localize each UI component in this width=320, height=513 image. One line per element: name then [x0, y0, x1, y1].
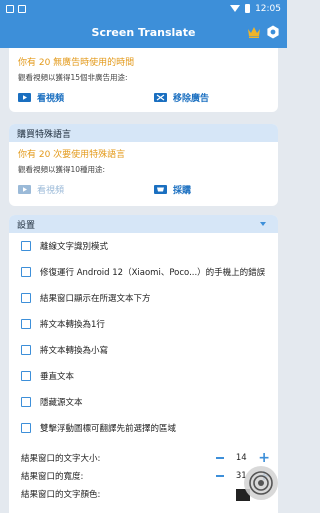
- minus-icon[interactable]: [216, 475, 225, 477]
- watch-video-label: 看視頻: [37, 185, 65, 196]
- ad-free-watch-hint: 觀看視頻以獲得15個非廣告用途:: [18, 73, 128, 82]
- battery-icon: [245, 4, 251, 13]
- watch-video-button-disabled[interactable]: 看視頻: [18, 183, 154, 196]
- checkbox[interactable]: [21, 319, 31, 329]
- checkbox[interactable]: [21, 397, 31, 407]
- video-icon: [18, 184, 31, 194]
- app-title: Screen Translate: [91, 26, 196, 39]
- option-label: 將文本轉換為小寫: [40, 346, 109, 356]
- option-lowercase[interactable]: 將文本轉換為小寫: [9, 337, 278, 363]
- option-offline-ocr[interactable]: 離線文字識別模式: [9, 233, 278, 259]
- status-time: 12:05: [255, 3, 281, 14]
- settings-header[interactable]: 設置: [9, 215, 278, 233]
- option-label: 雙擊浮動圖標可翻譯先前選擇的區域: [40, 424, 177, 434]
- remove-ads-label: 移除廣告: [173, 93, 210, 104]
- ad-free-remaining-text: 你有 20 無廣告時使用的時間: [18, 58, 135, 68]
- option-single-line[interactable]: 將文本轉換為1行: [9, 311, 278, 337]
- checkbox[interactable]: [21, 371, 31, 381]
- plus-icon[interactable]: +: [258, 451, 270, 465]
- option-result-below-selection[interactable]: 結果窗口顯示在所選文本下方: [9, 285, 278, 311]
- notification-icon: [6, 4, 14, 13]
- text-color-row: 結果窗口的文字顏色:: [9, 485, 278, 503]
- checkbox[interactable]: [21, 345, 31, 355]
- watch-video-button[interactable]: 看視頻: [18, 91, 154, 104]
- ad-block-icon: [154, 92, 167, 102]
- special-language-title: 購買特殊語言: [17, 129, 72, 140]
- option-label: 修復運行 Android 12（Xiaomi、Poco...）的手機上的錯誤: [40, 268, 266, 278]
- option-double-tap-translate[interactable]: 雙擊浮動圖標可翻譯先前選擇的區域: [9, 415, 278, 441]
- width-row: 結果窗口的寬度: 31 +: [9, 467, 278, 485]
- option-vertical-text[interactable]: 垂直文本: [9, 363, 278, 389]
- watch-video-label: 看視頻: [37, 93, 65, 104]
- purchase-button[interactable]: 採購: [154, 183, 191, 196]
- purchase-label: 採購: [173, 185, 192, 196]
- option-label: 結果窗口顯示在所選文本下方: [40, 294, 151, 304]
- settings-card: 設置 離線文字識別模式 修復運行 Android 12（Xiaomi、Poco.…: [9, 215, 278, 513]
- text-size-value: 14: [235, 453, 247, 463]
- minus-icon[interactable]: [216, 457, 225, 459]
- width-label: 結果窗口的寬度:: [21, 472, 84, 482]
- wifi-icon: [230, 5, 241, 12]
- special-language-header: 購買特殊語言: [9, 124, 278, 142]
- ad-free-card: 你有 20 無廣告時使用的時間 觀看視頻以獲得15個非廣告用途: 看視頻 移除廣…: [9, 48, 278, 112]
- floating-translate-button[interactable]: [244, 466, 278, 500]
- settings-gear-icon[interactable]: [266, 25, 280, 39]
- video-icon: [18, 92, 31, 102]
- text-size-label: 結果窗口的文字大小:: [21, 454, 101, 464]
- special-language-watch-hint: 觀看視頻以獲得10種用途:: [18, 165, 106, 174]
- option-label: 垂直文本: [40, 372, 75, 382]
- option-android12-fix[interactable]: 修復運行 Android 12（Xiaomi、Poco...）的手機上的錯誤: [9, 259, 278, 285]
- checkbox[interactable]: [21, 241, 31, 251]
- special-language-card: 購買特殊語言 你有 20 次要使用特殊語言 觀看視頻以獲得10種用途: 看視頻 …: [9, 124, 278, 206]
- settings-title: 設置: [17, 220, 36, 231]
- checkbox[interactable]: [21, 423, 31, 433]
- checkbox[interactable]: [21, 293, 31, 303]
- option-label: 離線文字識別模式: [40, 242, 109, 252]
- status-bar: 12:05: [0, 0, 287, 17]
- target-icon: [249, 471, 273, 495]
- chevron-down-icon: [260, 222, 266, 226]
- app-bar: Screen Translate: [0, 17, 287, 48]
- checkbox[interactable]: [21, 267, 31, 277]
- option-label: 將文本轉換為1行: [40, 320, 105, 330]
- option-label: 隱藏源文本: [40, 398, 83, 408]
- crown-icon[interactable]: [247, 26, 261, 38]
- purchase-icon: [154, 184, 167, 194]
- remove-ads-button[interactable]: 移除廣告: [154, 91, 209, 104]
- text-color-label: 結果窗口的文字顏色:: [21, 490, 101, 500]
- option-hide-source[interactable]: 隱藏源文本: [9, 389, 278, 415]
- special-language-remaining-text: 你有 20 次要使用特殊語言: [18, 150, 126, 160]
- text-size-stepper: 14 +: [216, 449, 270, 467]
- notification-icon: [18, 4, 26, 13]
- text-size-row: 結果窗口的文字大小: 14 +: [9, 449, 278, 467]
